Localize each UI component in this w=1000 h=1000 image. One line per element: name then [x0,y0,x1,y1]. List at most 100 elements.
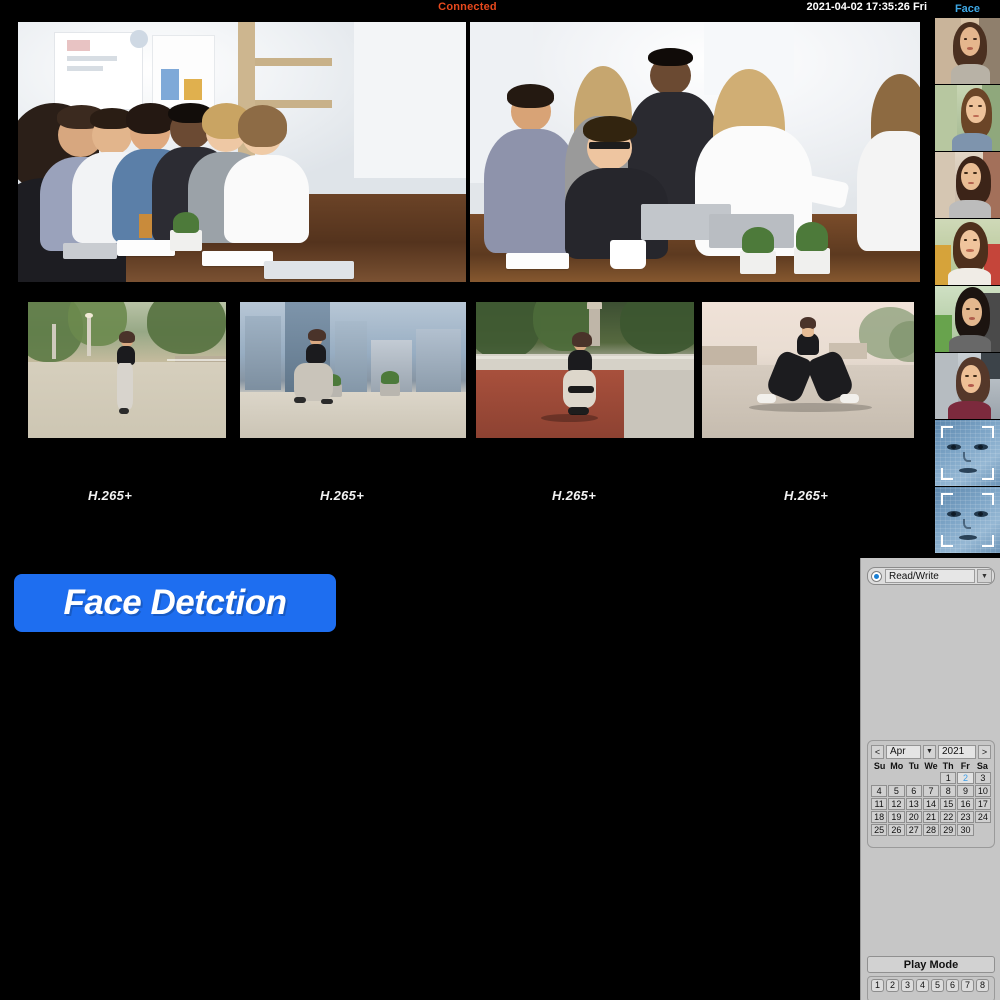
channel-number-box: 12345678 [867,976,995,1000]
next-month-button[interactable]: > [978,745,991,759]
calendar-day[interactable]: 7 [923,785,939,797]
utility-calendar: < Apr ▼ 2021 > Su Mo Tu We Th Fr Sa 1234… [867,740,995,848]
calendar-day[interactable]: 22 [940,811,956,823]
calendar-day[interactable]: 14 [923,798,939,810]
play-mode-button[interactable]: Play Mode [867,956,995,973]
calendar-day[interactable]: 12 [888,798,904,810]
channel-number[interactable]: 1 [871,979,884,992]
scene-runner-bridge [476,302,694,438]
dow-label: Fr [957,761,974,771]
calendar-day[interactable]: 25 [871,824,887,836]
channel-number[interactable]: 2 [886,979,899,992]
calendar-day[interactable]: 23 [957,811,973,823]
calendar-blank [923,772,939,784]
channel-number-row: 12345678 [871,979,991,992]
face-thumbnail-5[interactable] [935,286,1000,353]
year-input[interactable]: 2021 [938,745,976,759]
utility-calendar-days: 1234567891011121314151617181920212223242… [871,772,991,836]
chevron-down-icon[interactable]: ▼ [977,569,992,583]
calendar-day[interactable]: 1 [940,772,956,784]
calendar-day[interactable]: 30 [957,824,973,836]
face-biometric-scan-1[interactable] [935,420,1000,487]
utility-calendar-dow: Su Mo Tu We Th Fr Sa [871,761,991,771]
calendar-day[interactable]: 19 [888,811,904,823]
calendar-day[interactable]: 27 [906,824,922,836]
video-tile-runner-bridge[interactable] [476,302,694,438]
face-thumbnail-1[interactable] [935,18,1000,85]
calendar-day[interactable]: 21 [923,811,939,823]
live-view-section: Connected 2021-04-02 17:35:26 Fri [0,0,1000,558]
system-timestamp: 2021-04-02 17:35:26 Fri [807,1,927,13]
face-thumbnail-4[interactable] [935,219,1000,286]
dow-label: Su [871,761,888,771]
calendar-day[interactable]: 20 [906,811,922,823]
channel-number[interactable]: 5 [931,979,944,992]
codec-label-row: H.265+ H.265+ H.265+ H.265+ [0,488,935,514]
codec-label-3: H.265+ [552,488,596,503]
face-thumbnail-3[interactable] [935,152,1000,219]
video-grid: H.265+ H.265+ H.265+ H.265+ [0,18,935,558]
face-panel-title: Face [935,0,1000,18]
dow-label: Th [940,761,957,771]
calendar-day[interactable]: 16 [957,798,973,810]
video-tile-office-team[interactable] [470,22,920,282]
channel-number[interactable]: 7 [961,979,974,992]
face-detection-banner-text: Face Detction [64,583,287,623]
calendar-blank [871,772,887,784]
calendar-day[interactable]: 10 [975,785,991,797]
face-thumbnail-2[interactable] [935,85,1000,152]
calendar-day[interactable]: 6 [906,785,922,797]
face-capture-sidebar: Face [935,0,1000,558]
calendar-day[interactable]: 9 [957,785,973,797]
calendar-day[interactable]: 2 [957,772,973,784]
video-tile-runner-city[interactable] [240,302,466,438]
dow-label: Tu [905,761,922,771]
codec-label-1: H.265+ [88,488,132,503]
video-tile-runner-park[interactable] [28,302,226,438]
month-chevron-down-icon[interactable]: ▼ [923,745,936,759]
dow-label: Sa [974,761,991,771]
calendar-day[interactable]: 26 [888,824,904,836]
calendar-day[interactable]: 29 [940,824,956,836]
face-thumbnail-6[interactable] [935,353,1000,420]
calendar-day[interactable]: 28 [923,824,939,836]
channel-number[interactable]: 4 [916,979,929,992]
calendar-day[interactable]: 4 [871,785,887,797]
calendar-day[interactable]: 24 [975,811,991,823]
scene-runner-plaza [702,302,914,438]
status-bar: Connected 2021-04-02 17:35:26 Fri [0,0,935,18]
channel-number[interactable]: 3 [901,979,914,992]
app-root: Connected 2021-04-02 17:35:26 Fri [0,0,1000,1000]
scene-runner-city [240,302,466,438]
calendar-day[interactable]: 5 [888,785,904,797]
calendar-day[interactable]: 18 [871,811,887,823]
calendar-day[interactable]: 13 [906,798,922,810]
codec-label-2: H.265+ [320,488,364,503]
video-tile-runner-plaza[interactable] [702,302,914,438]
channel-number[interactable]: 8 [976,979,989,992]
calendar-blank [906,772,922,784]
video-tile-meeting-room[interactable] [18,22,466,282]
scene-office-team [470,22,920,282]
utility-calendar-header: < Apr ▼ 2021 > [871,744,991,759]
channel-number[interactable]: 6 [946,979,959,992]
codec-label-4: H.265+ [784,488,828,503]
face-biometric-scan-2[interactable] [935,487,1000,554]
scene-meeting-room [18,22,466,282]
scene-runner-park [28,302,226,438]
calendar-day[interactable]: 8 [940,785,956,797]
read-write-value: Read/Write [885,569,975,583]
prev-month-button[interactable]: < [871,745,884,759]
bottom-section: Face Detction Read/Write ▼ < Apr ▼ 2021 … [0,558,1000,1000]
calendar-day[interactable]: 11 [871,798,887,810]
calendar-day[interactable]: 3 [975,772,991,784]
dow-label: Mo [888,761,905,771]
calendar-blank [888,772,904,784]
read-write-radio-icon[interactable] [871,571,882,582]
month-select[interactable]: Apr [886,745,921,759]
read-write-dropdown[interactable]: Read/Write ▼ [867,567,995,585]
calendar-day[interactable]: 15 [940,798,956,810]
utility-panel: Read/Write ▼ < Apr ▼ 2021 > Su Mo Tu We … [860,558,1000,1000]
dow-label: We [922,761,939,771]
calendar-day[interactable]: 17 [975,798,991,810]
